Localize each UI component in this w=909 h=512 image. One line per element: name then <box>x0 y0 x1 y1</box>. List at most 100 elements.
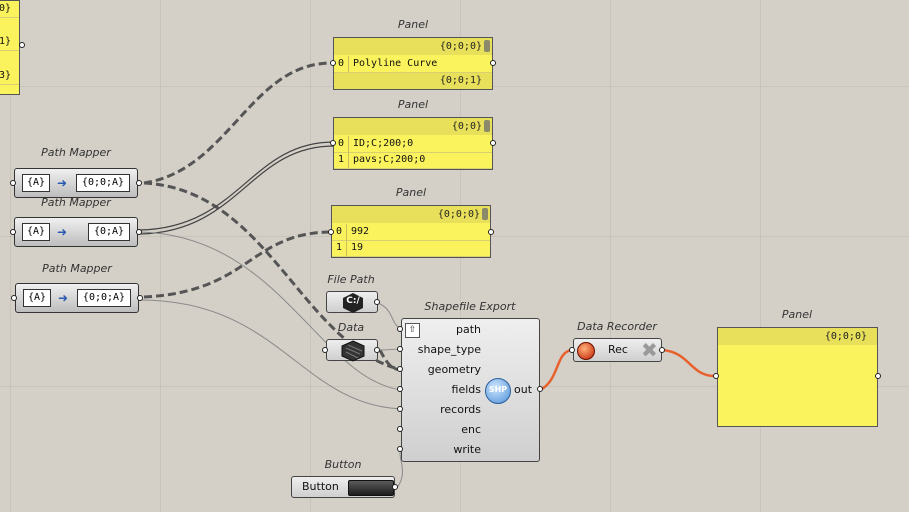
button-press-area[interactable] <box>348 480 394 496</box>
data-recorder-output-port[interactable] <box>659 347 665 353</box>
path-mapper-2-caption: Path Mapper <box>41 196 111 209</box>
left-panel-row: 1} <box>0 34 19 51</box>
panel-row: 0 992 <box>332 224 490 241</box>
path-mapper-target: {0;A} <box>88 223 130 241</box>
panel-right-input-port[interactable] <box>713 373 719 379</box>
shp-icon-text: SHP <box>488 385 508 394</box>
data-output-port[interactable] <box>374 347 380 353</box>
path-mapper-1-input-port[interactable] <box>10 180 16 186</box>
panel-mid-output-port[interactable] <box>490 140 496 146</box>
input-label-shape-type: shape_type <box>417 343 481 356</box>
data-recorder-component[interactable]: Rec ✖ <box>573 338 662 362</box>
shapefile-input-port-path[interactable] <box>397 326 403 332</box>
panel-scrollbar[interactable] <box>482 208 488 220</box>
panel-scrollbar[interactable] <box>484 40 490 52</box>
button-label: Button <box>302 480 339 493</box>
path-mapper-target: {0;0;A} <box>76 174 130 192</box>
shapefile-export-component[interactable]: ⇧ path shape_type geometry fields record… <box>401 318 540 462</box>
panel-right[interactable]: {0;0;0} <box>717 327 878 427</box>
close-x-icon[interactable]: ✖ <box>641 339 658 361</box>
data-param[interactable] <box>326 339 378 362</box>
arrow-right-icon: ➜ <box>57 225 68 239</box>
data-recorder-label: Rec <box>608 343 628 356</box>
panel-mid-header: {0;0} <box>334 118 492 135</box>
panel-mid-input-port[interactable] <box>330 140 336 146</box>
panel-row: 1 19 <box>332 240 490 257</box>
left-panel-partial[interactable]: 0} 1} 3} <box>0 0 20 95</box>
shapefile-input-port-shape-type[interactable] <box>397 346 403 352</box>
file-path-caption: File Path <box>327 273 375 286</box>
input-label-path: path <box>455 323 481 336</box>
input-label-records: records <box>440 403 481 416</box>
path-mapper-3-input-port[interactable] <box>11 295 17 301</box>
panel-top[interactable]: {0;0;0} 0 Polyline Curve {0;0;1} <box>333 37 493 90</box>
panel-row: 1 pavs;C;200;0 <box>334 152 492 169</box>
path-mapper-3-caption: Path Mapper <box>42 262 112 275</box>
path-mapper-target: {0;0;A} <box>77 289 131 307</box>
arrow-right-icon: ➜ <box>57 176 68 190</box>
button-output-port[interactable] <box>392 484 398 490</box>
button-component[interactable]: Button <box>291 476 395 498</box>
path-mapper-source: {A} <box>23 289 51 307</box>
shapefile-export-caption: Shapefile Export <box>424 300 516 313</box>
output-label-out: out <box>514 383 533 396</box>
shapefile-input-port-enc[interactable] <box>397 426 403 432</box>
path-mapper-1[interactable]: {A} ➜ {0;0;A} <box>14 168 138 198</box>
panel-row: 0 ID;C;200;0 <box>334 136 492 153</box>
file-path-icon-text: C:/ <box>346 296 360 306</box>
data-input-port[interactable] <box>322 347 328 353</box>
path-mapper-1-output-port[interactable] <box>136 180 142 186</box>
data-recorder-input-port[interactable] <box>569 347 575 353</box>
left-panel-row: 3} <box>0 68 19 85</box>
panel-top-footer: {0;0;1} <box>334 73 492 89</box>
panel-right-header: {0;0;0} <box>718 328 877 345</box>
data-hexagon-icon <box>341 340 365 362</box>
button-caption: Button <box>324 458 362 471</box>
path-mapper-2[interactable]: {A} ➜ {0;A} <box>14 217 138 247</box>
file-path-param[interactable]: C:/ <box>326 291 378 313</box>
path-mapper-2-input-port[interactable] <box>10 229 16 235</box>
shapefile-input-port-fields[interactable] <box>397 386 403 392</box>
path-mapper-source: {A} <box>22 174 50 192</box>
shapefile-input-port-records[interactable] <box>397 406 403 412</box>
file-path-output-port[interactable] <box>374 299 380 305</box>
left-panel-output-port[interactable] <box>19 42 25 48</box>
input-label-write: write <box>453 443 481 456</box>
panel-low-output-port[interactable] <box>488 229 494 235</box>
left-panel-row: 0} <box>0 1 19 18</box>
panel-low[interactable]: {0;0;0} 0 992 1 19 <box>331 205 491 258</box>
wire-pm3-panel-low <box>143 230 333 299</box>
arrow-right-icon: ➜ <box>58 291 69 305</box>
record-icon[interactable] <box>577 342 595 360</box>
path-mapper-1-caption: Path Mapper <box>41 146 111 159</box>
panel-right-output-port[interactable] <box>875 373 881 379</box>
shapefile-output-port[interactable] <box>537 386 543 392</box>
wire-pm1-panel-top <box>143 61 334 185</box>
panel-low-input-port[interactable] <box>328 229 334 235</box>
panel-row: 0 Polyline Curve <box>334 56 492 73</box>
data-recorder-caption: Data Recorder <box>577 320 657 333</box>
input-label-geometry: geometry <box>427 363 481 376</box>
canvas[interactable]: 0} 1} 3} Panel {0;0;0} 0 Polyline Curve {… <box>0 0 909 512</box>
panel-top-caption: Panel <box>397 18 429 31</box>
panel-mid[interactable]: {0;0} 0 ID;C;200;0 1 pavs;C;200;0 <box>333 117 493 170</box>
panel-top-input-port[interactable] <box>330 60 336 66</box>
upload-icon[interactable]: ⇧ <box>405 323 420 338</box>
path-mapper-3-output-port[interactable] <box>137 295 143 301</box>
path-mapper-3[interactable]: {A} ➜ {0;0;A} <box>15 283 139 313</box>
panel-mid-caption: Panel <box>397 98 429 111</box>
panel-right-caption: Panel <box>781 308 813 321</box>
input-label-fields: fields <box>451 383 481 396</box>
panel-scrollbar[interactable] <box>484 120 490 132</box>
panel-low-header: {0;0;0} <box>332 206 490 223</box>
input-label-enc: enc <box>461 423 481 436</box>
panel-top-header: {0;0;0} <box>334 38 492 55</box>
path-mapper-2-output-port[interactable] <box>136 229 142 235</box>
panel-top-output-port[interactable] <box>490 60 496 66</box>
shapefile-input-port-write[interactable] <box>397 446 403 452</box>
shapefile-input-port-geometry[interactable] <box>397 366 403 372</box>
globe-icon: SHP <box>485 378 511 404</box>
panel-low-caption: Panel <box>395 186 427 199</box>
data-caption: Data <box>337 321 365 334</box>
path-mapper-source: {A} <box>22 223 50 241</box>
